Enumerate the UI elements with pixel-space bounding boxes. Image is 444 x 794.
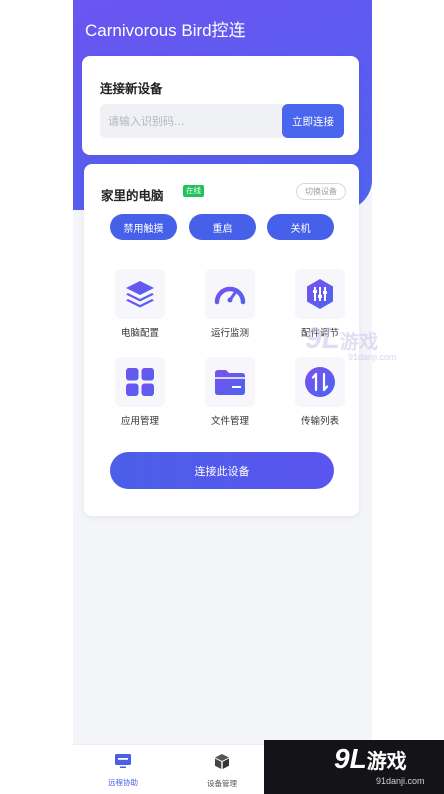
gauge-icon (205, 269, 255, 319)
tab-label: 远程协助 (108, 778, 138, 787)
watermark-site: 91danji.com (376, 776, 425, 786)
connect-now-button[interactable]: 立即连接 (282, 104, 344, 138)
connect-card-title: 连接新设备 (100, 81, 163, 96)
switch-device-button[interactable]: 切换设备 (296, 183, 346, 200)
folder-icon (205, 357, 255, 407)
watermark-logo: 9L (305, 322, 341, 355)
screen: Carnivorous Bird控连 连接新设备 立即连接 家里的电脑 在线 切… (0, 0, 444, 794)
feature-monitor[interactable]: 运行监测 (195, 269, 265, 339)
remote-assist-icon (115, 754, 131, 768)
app-title: Carnivorous Bird控连 (85, 21, 246, 40)
feature-pc-config[interactable]: 电脑配置 (105, 269, 175, 339)
connect-this-device-button[interactable]: 连接此设备 (110, 452, 334, 489)
feature-app-manage[interactable]: 应用管理 (105, 357, 175, 427)
layers-icon (115, 269, 165, 319)
app-window: Carnivorous Bird控连 连接新设备 立即连接 家里的电脑 在线 切… (73, 0, 372, 794)
watermark-brand: 游戏 (340, 332, 379, 353)
feature-file-manage[interactable]: 文件管理 (195, 357, 265, 427)
identification-code-input[interactable] (100, 104, 282, 138)
apps-grid-icon (115, 357, 165, 407)
sliders-icon (295, 269, 345, 319)
feature-label: 文件管理 (210, 416, 249, 427)
restart-button[interactable]: 重启 (189, 214, 256, 240)
feature-label: 电脑配置 (120, 328, 159, 339)
feature-label: 应用管理 (120, 416, 159, 427)
connect-new-device-card: 连接新设备 立即连接 (82, 56, 359, 155)
transfer-icon (295, 357, 345, 407)
watermark-center: 9L游戏 91danji.com (305, 322, 397, 362)
tab-remote-assist[interactable]: 远程协助 (93, 753, 153, 788)
tab-device-manage[interactable]: 设备管理 (192, 753, 252, 789)
feature-transfer-list[interactable]: 传输列表 (285, 357, 355, 427)
shutdown-button[interactable]: 关机 (267, 214, 334, 240)
disable-touch-button[interactable]: 禁用触摸 (110, 214, 177, 240)
tab-label: 设备管理 (207, 779, 237, 788)
watermark-site: 91danji.com (348, 352, 397, 362)
watermark-bottom: 9L游戏 91danji.com (264, 740, 444, 794)
cube-icon (215, 754, 229, 769)
device-name: 家里的电脑 (101, 188, 164, 203)
feature-label: 运行监测 (210, 328, 249, 339)
feature-label: 传输列表 (300, 416, 339, 427)
watermark-brand: 游戏 (366, 751, 407, 773)
status-badge: 在线 (183, 185, 204, 197)
code-input-group: 立即连接 (100, 104, 344, 138)
watermark-logo: 9L (334, 743, 367, 774)
